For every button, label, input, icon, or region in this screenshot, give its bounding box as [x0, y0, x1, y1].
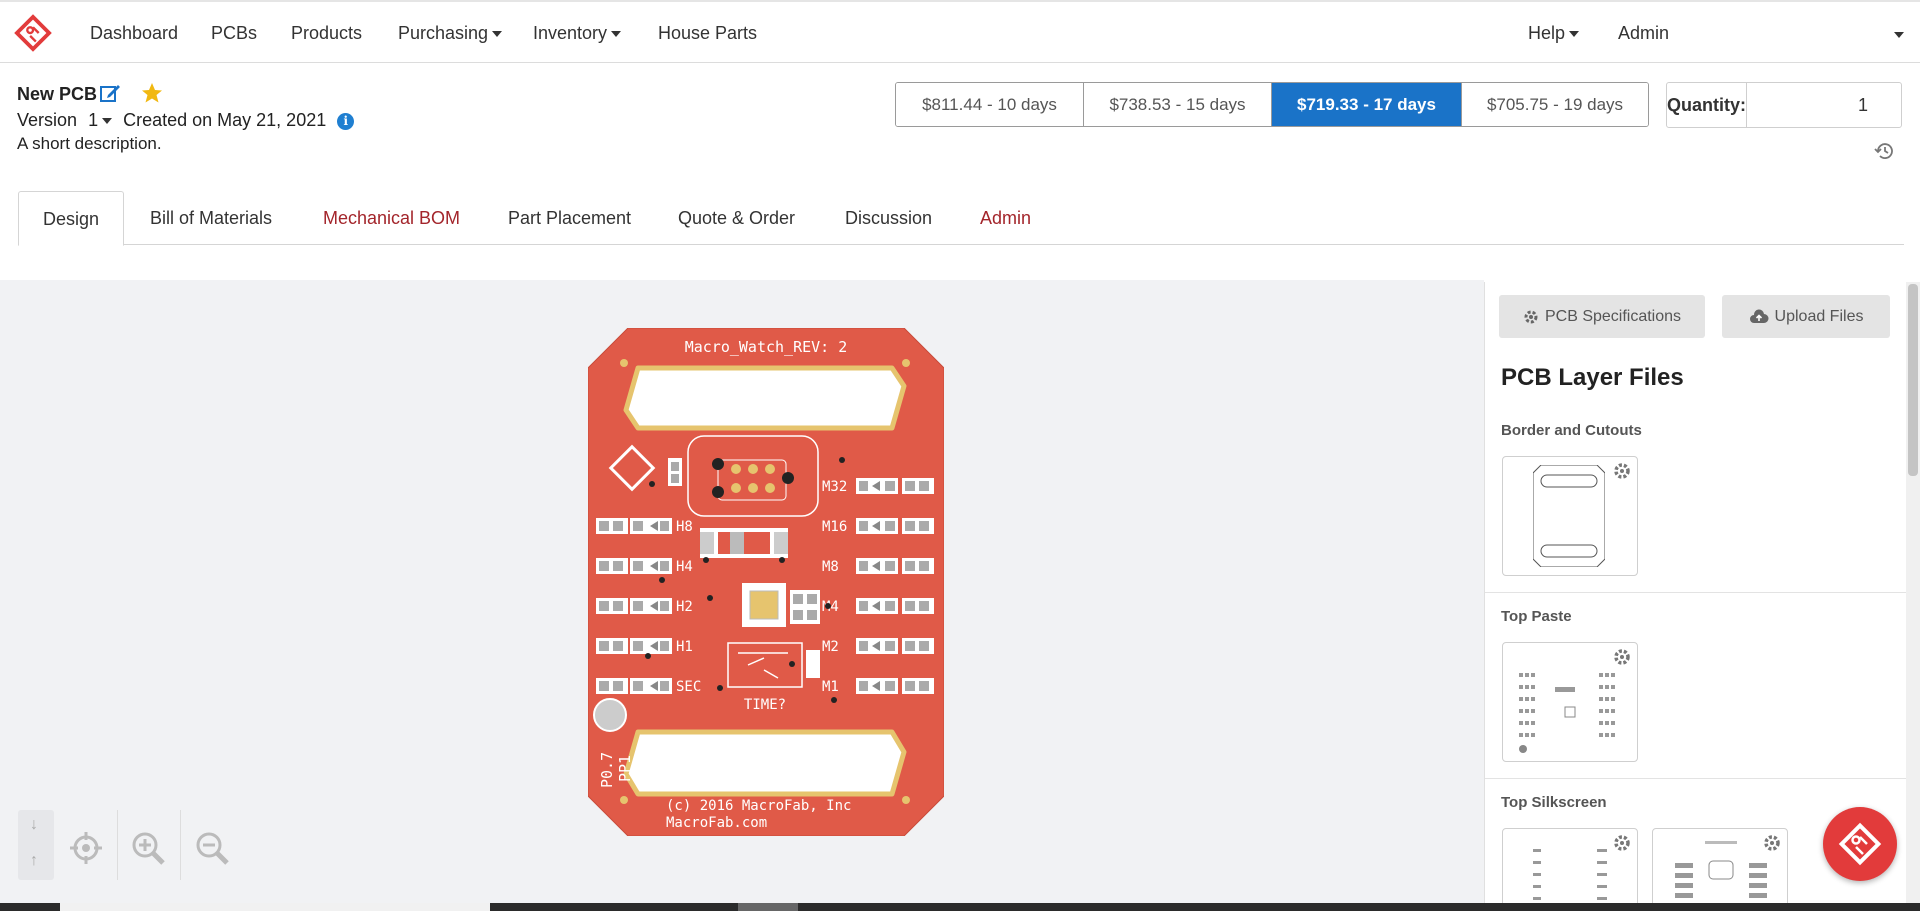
price-option-15-days[interactable]: $738.53 - 15 days [1084, 83, 1272, 126]
layer-thumb-border[interactable] [1502, 456, 1638, 576]
section-border-cutouts: Border and Cutouts [1501, 422, 1642, 439]
gear-icon[interactable] [1613, 462, 1631, 480]
nav-purchasing-label: Purchasing [398, 23, 489, 43]
section-top-silkscreen: Top Silkscreen [1501, 794, 1607, 811]
section-divider [1485, 778, 1906, 779]
tab-bill-of-materials[interactable]: Bill of Materials [150, 191, 272, 245]
macrofab-chat-button[interactable] [1823, 807, 1897, 881]
pcb-viewer[interactable]: Macro_Watch_REV: 2 H8 H4 H2 H1 SEC M32 M16 M8 M… [0, 280, 1484, 903]
pcb-title-label: Macro_Watch_REV: 2 [685, 338, 848, 356]
gear-icon[interactable] [1613, 834, 1631, 852]
arrow-down-icon[interactable]: ↓ [30, 816, 38, 834]
layer-files-title: PCB Layer Files [1501, 364, 1684, 391]
nav-pcbs[interactable]: PCBs [211, 23, 257, 44]
side-label-p07: P0.7 [598, 752, 616, 788]
created-date: Created on May 21, 2021 [123, 110, 327, 130]
info-icon[interactable]: i [337, 112, 355, 130]
tab-design[interactable]: Design [18, 191, 124, 246]
pcb-description: A short description. [17, 134, 162, 153]
section-top-paste: Top Paste [1501, 608, 1572, 625]
nav-purchasing[interactable]: Purchasing [398, 23, 503, 44]
led-label-right: M16 [822, 519, 847, 535]
taskbar-segment [60, 903, 490, 911]
pcb-tabs: Design Bill of Materials Mechanical BOM … [18, 191, 1904, 246]
pcb-name: New PCB [17, 84, 98, 104]
pcb-render[interactable]: Macro_Watch_REV: 2 H8 H4 H2 H1 SEC M32 M16 M8 M… [588, 328, 944, 836]
nav-inventory-label: Inventory [533, 23, 608, 43]
led-label-left: H2 [676, 599, 693, 615]
history-icon[interactable] [1874, 140, 1896, 162]
zoom-in-icon[interactable] [130, 830, 166, 866]
led-label-right: M32 [822, 479, 847, 495]
tab-admin[interactable]: Admin [980, 191, 1031, 245]
top-paste-preview-icon [1519, 673, 1615, 753]
panel-scrollbar-thumb[interactable] [1908, 284, 1918, 476]
cloud-upload-icon [1749, 309, 1769, 323]
version-selector[interactable]: 1 [88, 110, 113, 130]
led-label-right: M8 [822, 559, 839, 575]
arrow-up-icon[interactable]: ↑ [30, 852, 38, 870]
section-divider [1485, 592, 1906, 593]
chevron-down-icon [611, 31, 622, 38]
chevron-down-icon [492, 31, 503, 38]
pcb-specifications-button[interactable]: PCB Specifications [1499, 295, 1705, 338]
zoom-out-icon[interactable] [194, 830, 230, 866]
border-preview-icon [1533, 465, 1605, 567]
version-line: Version 1 Created on May 21, 2021 i [17, 110, 355, 131]
nav-house-parts[interactable]: House Parts [658, 23, 757, 44]
version-value: 1 [88, 110, 99, 130]
price-option-17-days[interactable]: $719.33 - 17 days [1272, 83, 1462, 126]
gear-icon [1524, 310, 1538, 324]
silkscreen-preview-icon [1533, 849, 1607, 900]
macrofab-logo-icon[interactable] [14, 14, 52, 52]
chevron-down-icon [102, 118, 113, 125]
macrofab-logo-icon [1838, 822, 1882, 866]
version-label: Version [17, 110, 78, 130]
price-option-10-days[interactable]: $811.44 - 10 days [896, 83, 1084, 126]
user-menu-chevron-icon[interactable] [1894, 32, 1904, 38]
nav-dashboard[interactable]: Dashboard [90, 23, 178, 44]
led-label-left: H1 [676, 639, 693, 655]
lead-time-price-selector: $811.44 - 10 days $738.53 - 15 days $719… [895, 82, 1649, 127]
favorite-star-icon[interactable] [141, 82, 163, 104]
toolbar-divider [117, 810, 118, 880]
recenter-icon[interactable] [68, 830, 104, 866]
toolbar-divider [180, 810, 181, 880]
layer-scroll-control[interactable]: ↓ ↑ [18, 810, 54, 880]
quantity-box: Quantity: [1666, 82, 1920, 128]
led-label-left: H8 [676, 519, 693, 535]
tab-part-placement[interactable]: Part Placement [508, 191, 631, 245]
upload-files-button[interactable]: Upload Files [1722, 295, 1890, 338]
pcb-specifications-label: PCB Specifications [1544, 308, 1682, 325]
side-label-pp1: PP1 [616, 755, 634, 782]
led-label-left: H4 [676, 559, 693, 575]
nav-admin[interactable]: Admin [1618, 23, 1669, 44]
led-label-left: SEC [676, 679, 701, 695]
led-label-right: M1 [822, 679, 839, 695]
nav-help[interactable]: Help [1528, 23, 1580, 44]
chevron-down-icon [1569, 31, 1580, 38]
layer-thumb-top-silkscreen-2[interactable] [1652, 828, 1788, 903]
edit-icon[interactable] [99, 82, 121, 104]
nav-products[interactable]: Products [291, 23, 362, 44]
price-option-19-days[interactable]: $705.75 - 19 days [1462, 83, 1648, 126]
nav-inventory[interactable]: Inventory [533, 23, 622, 44]
quantity-input[interactable] [1747, 83, 1920, 127]
layer-thumb-top-silkscreen-1[interactable] [1502, 828, 1638, 903]
upload-files-label: Upload Files [1774, 308, 1864, 325]
nav-help-label: Help [1528, 23, 1566, 43]
tab-quote-order[interactable]: Quote & Order [678, 191, 795, 245]
quantity-label: Quantity: [1667, 83, 1747, 127]
led-label-right: M2 [822, 639, 839, 655]
copyright-label: (c) 2016 MacroFab, Inc [666, 798, 851, 814]
tab-discussion[interactable]: Discussion [845, 191, 932, 245]
layer-thumb-top-paste[interactable] [1502, 642, 1638, 762]
taskbar-segment [738, 903, 798, 911]
tab-mechanical-bom[interactable]: Mechanical BOM [323, 191, 460, 245]
center-label: TIME? [744, 697, 786, 713]
silkscreen-detail-preview-icon [1675, 841, 1767, 898]
top-navbar: Dashboard PCBs Products Purchasing Inven… [0, 0, 1920, 63]
url-label: MacroFab.com [666, 815, 767, 831]
